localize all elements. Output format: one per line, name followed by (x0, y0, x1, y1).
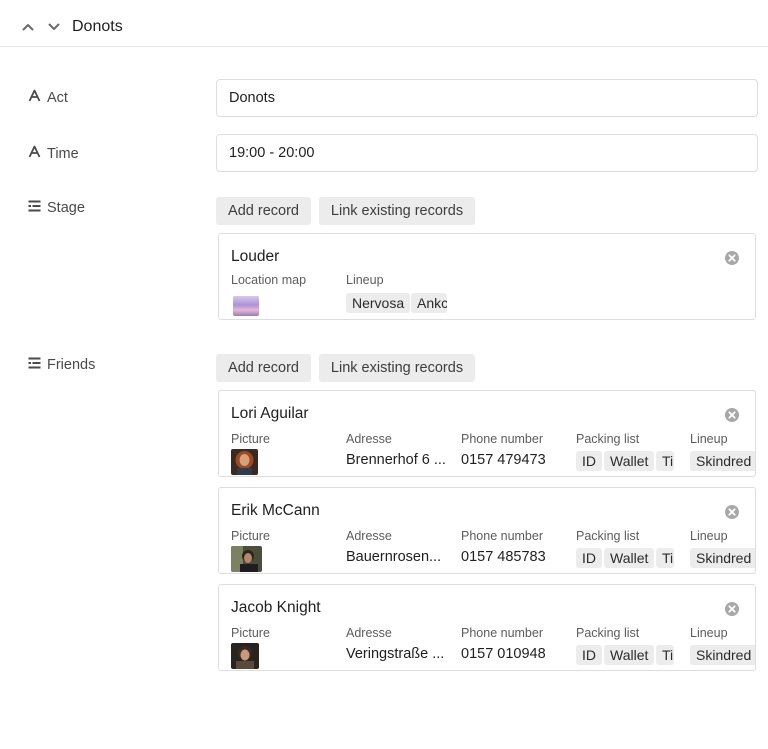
field-label-time: Time (28, 145, 79, 162)
friends-link-existing-button[interactable]: Link existing records (319, 354, 475, 382)
friends-add-record-button[interactable]: Add record (216, 354, 311, 382)
chevron-down-icon[interactable] (46, 19, 62, 35)
field-label-stage: Stage (28, 200, 85, 216)
stage-link-existing-button[interactable]: Link existing records (319, 197, 475, 225)
packing-chip: Wallet (604, 548, 655, 568)
adresse-value: Bauernrosen... (346, 549, 442, 565)
close-circle-icon[interactable] (724, 250, 740, 266)
text-field-icon (28, 145, 41, 162)
column-label-packing: Packing list (576, 626, 640, 640)
column-label-phone: Phone number (461, 529, 544, 543)
phone-value: 0157 485783 (461, 549, 546, 565)
column-label-packing: Packing list (576, 529, 640, 543)
avatar[interactable] (231, 449, 258, 475)
phone-value: 0157 479473 (461, 452, 546, 468)
friend-record-card[interactable]: Jacob Knight Picture Adresse Phone numbe… (218, 584, 756, 671)
adresse-value: Brennerhof 6 ... (346, 452, 446, 468)
record-card-title: Louder (231, 248, 280, 265)
avatar[interactable] (231, 643, 259, 669)
field-label-text: Time (47, 145, 79, 162)
adresse-value: Veringstraße ... (346, 646, 445, 662)
text-field-icon (28, 89, 41, 106)
packing-chip: ID (576, 645, 602, 665)
field-label-text: Stage (47, 200, 85, 216)
column-label-lineup: Lineup (690, 432, 728, 446)
close-circle-icon[interactable] (724, 407, 740, 423)
location-map-thumbnail[interactable] (233, 296, 259, 316)
act-input[interactable]: Donots (216, 79, 758, 117)
linked-record-icon (28, 200, 41, 216)
column-label-picture: Picture (231, 529, 270, 543)
packing-chip: Ti (656, 451, 674, 471)
field-label-friends: Friends (28, 357, 95, 373)
record-title: Donots (72, 18, 123, 35)
packing-chip: ID (576, 451, 602, 471)
record-card-title: Erik McCann (231, 502, 320, 519)
phone-value: 0157 010948 (461, 646, 546, 662)
packing-chip: Ti (656, 645, 674, 665)
field-label-text: Friends (47, 357, 96, 373)
chevron-up-icon[interactable] (20, 19, 36, 35)
column-label-phone: Phone number (461, 432, 544, 446)
column-label-location-map: Location map (231, 273, 307, 287)
field-label-text: Act (47, 89, 68, 106)
column-label-adresse: Adresse (346, 432, 392, 446)
column-label-adresse: Adresse (346, 626, 392, 640)
column-label-adresse: Adresse (346, 529, 392, 543)
packing-chip: Ti (656, 548, 674, 568)
field-label-act: Act (28, 89, 68, 106)
linked-record-icon (28, 357, 41, 373)
packing-chip: Wallet (604, 645, 655, 665)
record-card-title: Lori Aguilar (231, 405, 309, 422)
column-label-phone: Phone number (461, 626, 544, 640)
avatar[interactable] (231, 546, 262, 572)
close-circle-icon[interactable] (724, 601, 740, 617)
time-input[interactable]: 19:00 - 20:00 (216, 134, 758, 172)
lineup-chip: Skindred (690, 451, 755, 471)
column-label-lineup: Lineup (690, 529, 728, 543)
friend-record-card[interactable]: Lori Aguilar Picture Adresse Phone numbe… (218, 390, 756, 477)
column-label-picture: Picture (231, 626, 270, 640)
lineup-chip: Nervosa (346, 293, 411, 313)
packing-chip: ID (576, 548, 602, 568)
record-card-title: Jacob Knight (231, 599, 321, 616)
column-label-picture: Picture (231, 432, 270, 446)
stage-record-card[interactable]: Louder Location map Lineup Nervosa Ankc (218, 233, 756, 320)
column-label-lineup: Lineup (346, 273, 384, 287)
record-header: Donots (0, 0, 768, 47)
lineup-chip: Skindred (690, 548, 755, 568)
packing-chip: Wallet (604, 451, 655, 471)
column-label-packing: Packing list (576, 432, 640, 446)
close-circle-icon[interactable] (724, 504, 740, 520)
lineup-chip: Ankc (411, 293, 447, 313)
friend-record-card[interactable]: Erik McCann Picture Adresse Phone number… (218, 487, 756, 574)
column-label-lineup: Lineup (690, 626, 728, 640)
stage-add-record-button[interactable]: Add record (216, 197, 311, 225)
lineup-chip: Skindred (690, 645, 755, 665)
